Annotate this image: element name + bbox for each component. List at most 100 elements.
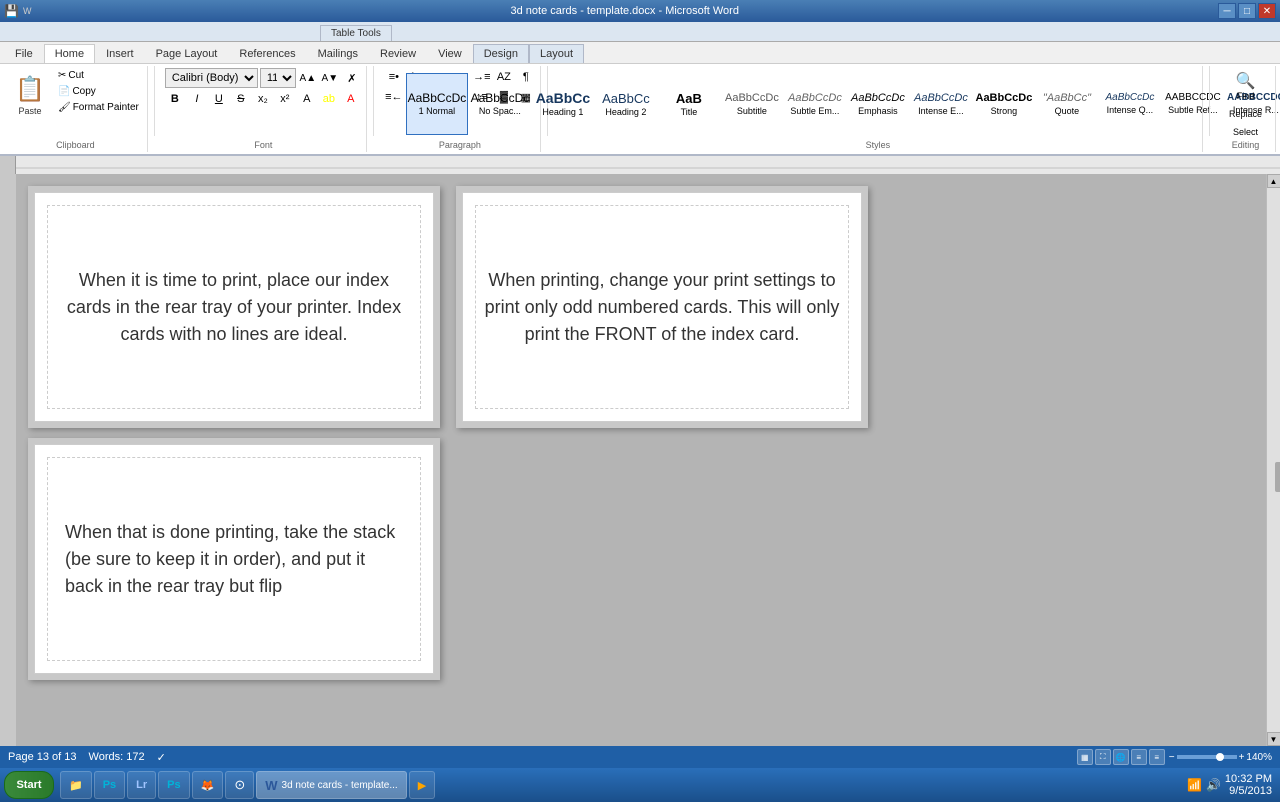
- taskbar-photoshop[interactable]: Ps: [158, 771, 189, 799]
- style-quote[interactable]: "AaBbCc" Quote: [1036, 73, 1098, 135]
- taskbar-word[interactable]: W 3d note cards - template...: [256, 771, 406, 799]
- tab-view[interactable]: View: [427, 44, 473, 63]
- zoom-in-btn[interactable]: +: [1239, 752, 1245, 763]
- clear-formatting-button[interactable]: ✗: [342, 69, 362, 87]
- tab-home[interactable]: Home: [44, 44, 95, 63]
- zoom-out-btn[interactable]: −: [1169, 752, 1175, 763]
- system-tray: 📶 🔊 10:32 PM 9/5/2013: [1187, 773, 1276, 797]
- index-card-1[interactable]: When it is time to print, place our inde…: [34, 192, 434, 422]
- scroll-thumb[interactable]: [1275, 462, 1280, 492]
- view-buttons: ▦ ⛶ 🌐 ≡ ≡: [1077, 749, 1165, 765]
- align-left-button[interactable]: ≡←: [384, 88, 404, 106]
- select-button[interactable]: Select: [1232, 124, 1260, 140]
- underline-button[interactable]: U: [209, 90, 229, 108]
- photoshop-cs-icon: Ps: [103, 779, 116, 791]
- font-family-select[interactable]: Calibri (Body): [165, 68, 258, 88]
- draft-btn[interactable]: ≡: [1149, 749, 1165, 765]
- scroll-right[interactable]: ▲ ▼: [1266, 174, 1280, 746]
- taskbar-vlc[interactable]: ▶: [409, 771, 435, 799]
- scroll-up-arrow[interactable]: ▲: [1267, 174, 1280, 188]
- style-subtitle[interactable]: AaBbCcDc Subtitle: [721, 73, 783, 135]
- card-page-1: When it is time to print, place our inde…: [28, 186, 440, 428]
- style-title[interactable]: AaB Title: [658, 73, 720, 135]
- print-layout-btn[interactable]: ▦: [1077, 749, 1093, 765]
- document-area[interactable]: When it is time to print, place our inde…: [16, 174, 1266, 746]
- replace-button[interactable]: Replace: [1232, 106, 1260, 122]
- taskbar: Start 📁 Ps Lr Ps 🦊 ⊙ W 3d note cards - t…: [0, 768, 1280, 802]
- volume-icon: 🔊: [1206, 778, 1221, 792]
- explorer-icon: 📁: [69, 779, 83, 792]
- divider-1: [154, 66, 155, 136]
- font-color-button[interactable]: A: [341, 90, 361, 108]
- taskbar-photoshop-cs[interactable]: Ps: [94, 771, 125, 799]
- paragraph-group-label: Paragraph: [384, 140, 536, 150]
- shrink-font-button[interactable]: A▼: [320, 69, 340, 87]
- lightroom-icon: Lr: [136, 779, 147, 791]
- italic-button[interactable]: I: [187, 90, 207, 108]
- strikethrough-button[interactable]: S: [231, 90, 251, 108]
- subscript-button[interactable]: x₂: [253, 90, 273, 108]
- style-intense-em[interactable]: AaBbCcDc Intense E...: [910, 73, 972, 135]
- superscript-button[interactable]: x²: [275, 90, 295, 108]
- left-sidebar: [0, 174, 16, 746]
- style-strong[interactable]: AaBbCcDc Strong: [973, 73, 1035, 135]
- outline-btn[interactable]: ≡: [1131, 749, 1147, 765]
- taskbar-firefox[interactable]: 🦊: [192, 771, 224, 799]
- tab-design[interactable]: Design: [473, 44, 529, 63]
- text-effects-button[interactable]: A: [297, 90, 317, 108]
- taskbar-chrome[interactable]: ⊙: [225, 771, 254, 799]
- style-subtle-ref[interactable]: AaBbCcDc Subtle Ref...: [1162, 73, 1224, 135]
- format-painter-button[interactable]: 🖌Format Painter: [54, 100, 143, 115]
- tab-pagelayout[interactable]: Page Layout: [145, 44, 229, 63]
- status-right: ▦ ⛶ 🌐 ≡ ≡ − + 140%: [1077, 749, 1272, 765]
- full-screen-btn[interactable]: ⛶: [1095, 749, 1111, 765]
- chrome-icon: ⊙: [234, 777, 245, 793]
- editing-group-label: Editing: [1220, 140, 1271, 150]
- start-button[interactable]: Start: [4, 771, 54, 799]
- index-card-3[interactable]: When that is done printing, take the sta…: [34, 444, 434, 674]
- spell-check-icon[interactable]: ✓: [157, 751, 166, 764]
- style-heading2[interactable]: AaBbCc Heading 2: [595, 73, 657, 135]
- table-tools-bar: Table Tools: [0, 22, 1280, 42]
- web-layout-btn[interactable]: 🌐: [1113, 749, 1129, 765]
- copy-button[interactable]: 📄Copy: [54, 84, 143, 99]
- style-heading1[interactable]: AaBbCc Heading 1: [532, 73, 594, 135]
- taskbar-lightroom[interactable]: Lr: [127, 771, 156, 799]
- bullets-button[interactable]: ≡•: [384, 68, 404, 86]
- scroll-down-arrow[interactable]: ▼: [1267, 732, 1280, 746]
- minimize-button[interactable]: ─: [1218, 3, 1236, 19]
- zoom-slider[interactable]: [1177, 755, 1237, 759]
- find-button[interactable]: 🔍 Find: [1232, 68, 1260, 104]
- index-card-2[interactable]: When printing, change your print setting…: [462, 192, 862, 422]
- style-no-spacing[interactable]: AaBbCcDc No Spac...: [469, 73, 531, 135]
- tab-insert[interactable]: Insert: [95, 44, 145, 63]
- style-emphasis[interactable]: AaBbCcDc Emphasis: [847, 73, 909, 135]
- firefox-icon: 🦊: [201, 779, 215, 792]
- tab-layout[interactable]: Layout: [529, 44, 584, 63]
- font-group: Calibri (Body) 11 A▲ A▼ ✗ B I U S x₂ x² …: [161, 66, 367, 152]
- maximize-button[interactable]: □: [1238, 3, 1256, 19]
- window-controls[interactable]: ─ □ ✕: [1218, 3, 1276, 19]
- paste-button[interactable]: 📋 Paste: [8, 68, 52, 122]
- font-group-label: Font: [165, 140, 362, 150]
- taskbar-windows-explorer[interactable]: 📁: [60, 771, 92, 799]
- style-subtle-em[interactable]: AaBbCcDc Subtle Em...: [784, 73, 846, 135]
- bold-button[interactable]: B: [165, 90, 185, 108]
- style-normal[interactable]: AaBbCcDc 1 Normal: [406, 73, 468, 135]
- ribbon: 📋 Paste ✂Cut 📄Copy 🖌Format Painter Clipb…: [0, 64, 1280, 156]
- tab-review[interactable]: Review: [369, 44, 427, 63]
- photoshop-icon: Ps: [167, 779, 180, 791]
- highlight-button[interactable]: ab: [319, 90, 339, 108]
- network-icon: 📶: [1187, 778, 1202, 792]
- zoom-thumb[interactable]: [1216, 753, 1224, 761]
- close-button[interactable]: ✕: [1258, 3, 1276, 19]
- font-size-select[interactable]: 11: [260, 68, 296, 88]
- tab-mailings[interactable]: Mailings: [307, 44, 369, 63]
- tab-references[interactable]: References: [228, 44, 306, 63]
- ruler-corner: [0, 156, 16, 174]
- grow-font-button[interactable]: A▲: [298, 69, 318, 87]
- styles-group-label: Styles: [558, 140, 1198, 150]
- style-intense-quote[interactable]: AaBbCcDc Intense Q...: [1099, 73, 1161, 135]
- cut-button[interactable]: ✂Cut: [54, 68, 143, 83]
- tab-file[interactable]: File: [4, 44, 44, 63]
